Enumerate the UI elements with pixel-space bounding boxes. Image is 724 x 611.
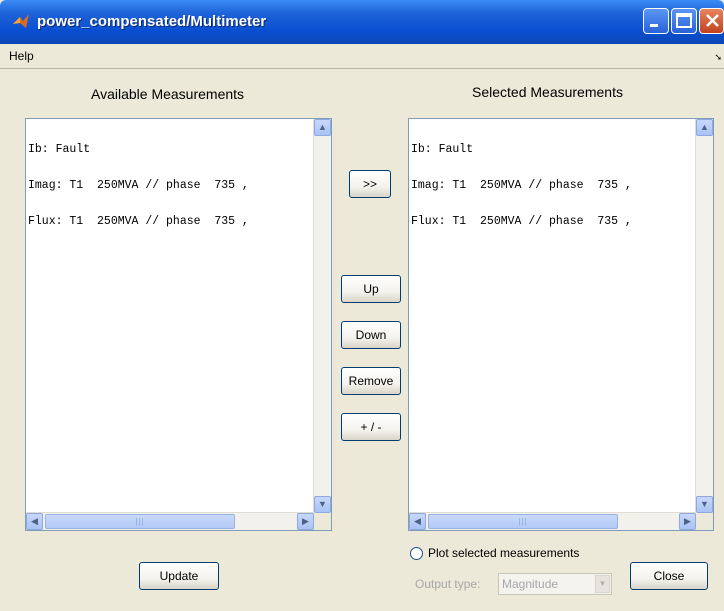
chevron-down-icon: ▼: [595, 575, 610, 593]
scrollbar-corner: [696, 513, 713, 530]
scroll-down-arrow-icon[interactable]: ▼: [314, 496, 331, 513]
invert-sign-button[interactable]: + / -: [341, 413, 401, 441]
list-item[interactable]: Imag: T1 250MVA // phase 735 ,: [411, 180, 632, 192]
scroll-right-arrow-icon[interactable]: ▶: [297, 513, 314, 530]
list-item[interactable]: Imag: T1 250MVA // phase 735 ,: [28, 180, 249, 192]
menu-overflow-icon[interactable]: ➘: [714, 52, 722, 63]
available-listbox[interactable]: Ib: Fault Imag: T1 250MVA // phase 735 ,…: [25, 118, 332, 531]
menu-help[interactable]: Help: [9, 49, 34, 63]
output-type-select[interactable]: Magnitude ▼: [498, 573, 612, 595]
available-list: Ib: Fault Imag: T1 250MVA // phase 735 ,…: [28, 120, 249, 252]
output-type-value: Magnitude: [502, 577, 559, 591]
horizontal-scrollbar[interactable]: ◀ ||| ▶: [26, 512, 314, 530]
remove-button[interactable]: Remove: [341, 367, 401, 395]
vertical-scrollbar[interactable]: ▲ ▼: [313, 119, 331, 513]
maximize-icon: [676, 13, 692, 28]
scroll-thumb[interactable]: |||: [45, 514, 235, 529]
maximize-button[interactable]: [671, 8, 697, 34]
minimize-icon: [650, 24, 658, 27]
plot-selected-radio[interactable]: [410, 547, 423, 560]
list-item[interactable]: Flux: T1 250MVA // phase 735 ,: [411, 216, 632, 228]
close-button[interactable]: Close: [630, 562, 708, 590]
scroll-left-arrow-icon[interactable]: ◀: [409, 513, 426, 530]
scroll-down-arrow-icon[interactable]: ▼: [696, 496, 713, 513]
down-button[interactable]: Down: [341, 321, 401, 349]
scroll-thumb[interactable]: |||: [428, 514, 618, 529]
multimeter-window: power_compensated/Multimeter Help ➘ Avai…: [0, 0, 724, 611]
update-button[interactable]: Update: [139, 562, 219, 590]
horizontal-scrollbar[interactable]: ◀ ||| ▶: [409, 512, 696, 530]
output-type-label: Output type:: [415, 577, 481, 591]
title-bar[interactable]: power_compensated/Multimeter: [0, 0, 724, 44]
selected-heading: Selected Measurements: [472, 84, 623, 100]
list-item[interactable]: Flux: T1 250MVA // phase 735 ,: [28, 216, 249, 228]
scroll-left-arrow-icon[interactable]: ◀: [26, 513, 43, 530]
menu-bar: Help ➘: [0, 44, 724, 69]
close-window-button[interactable]: [699, 8, 724, 34]
available-heading: Available Measurements: [91, 86, 245, 102]
window-title: power_compensated/Multimeter: [37, 13, 267, 30]
scroll-right-arrow-icon[interactable]: ▶: [679, 513, 696, 530]
list-item[interactable]: Ib: Fault: [411, 144, 632, 156]
scroll-up-arrow-icon[interactable]: ▲: [314, 119, 331, 136]
minimize-button[interactable]: [643, 8, 669, 34]
matlab-logo-icon: [13, 14, 29, 28]
close-icon: [706, 14, 719, 27]
up-button[interactable]: Up: [341, 275, 401, 303]
scrollbar-corner: [314, 513, 331, 530]
scroll-up-arrow-icon[interactable]: ▲: [696, 119, 713, 136]
selected-list: Ib: Fault Imag: T1 250MVA // phase 735 ,…: [411, 120, 632, 252]
vertical-scrollbar[interactable]: ▲ ▼: [695, 119, 713, 513]
plot-selected-label[interactable]: Plot selected measurements: [428, 546, 579, 560]
list-item[interactable]: Ib: Fault: [28, 144, 249, 156]
add-button[interactable]: >>: [349, 170, 391, 198]
selected-listbox[interactable]: Ib: Fault Imag: T1 250MVA // phase 735 ,…: [408, 118, 714, 531]
